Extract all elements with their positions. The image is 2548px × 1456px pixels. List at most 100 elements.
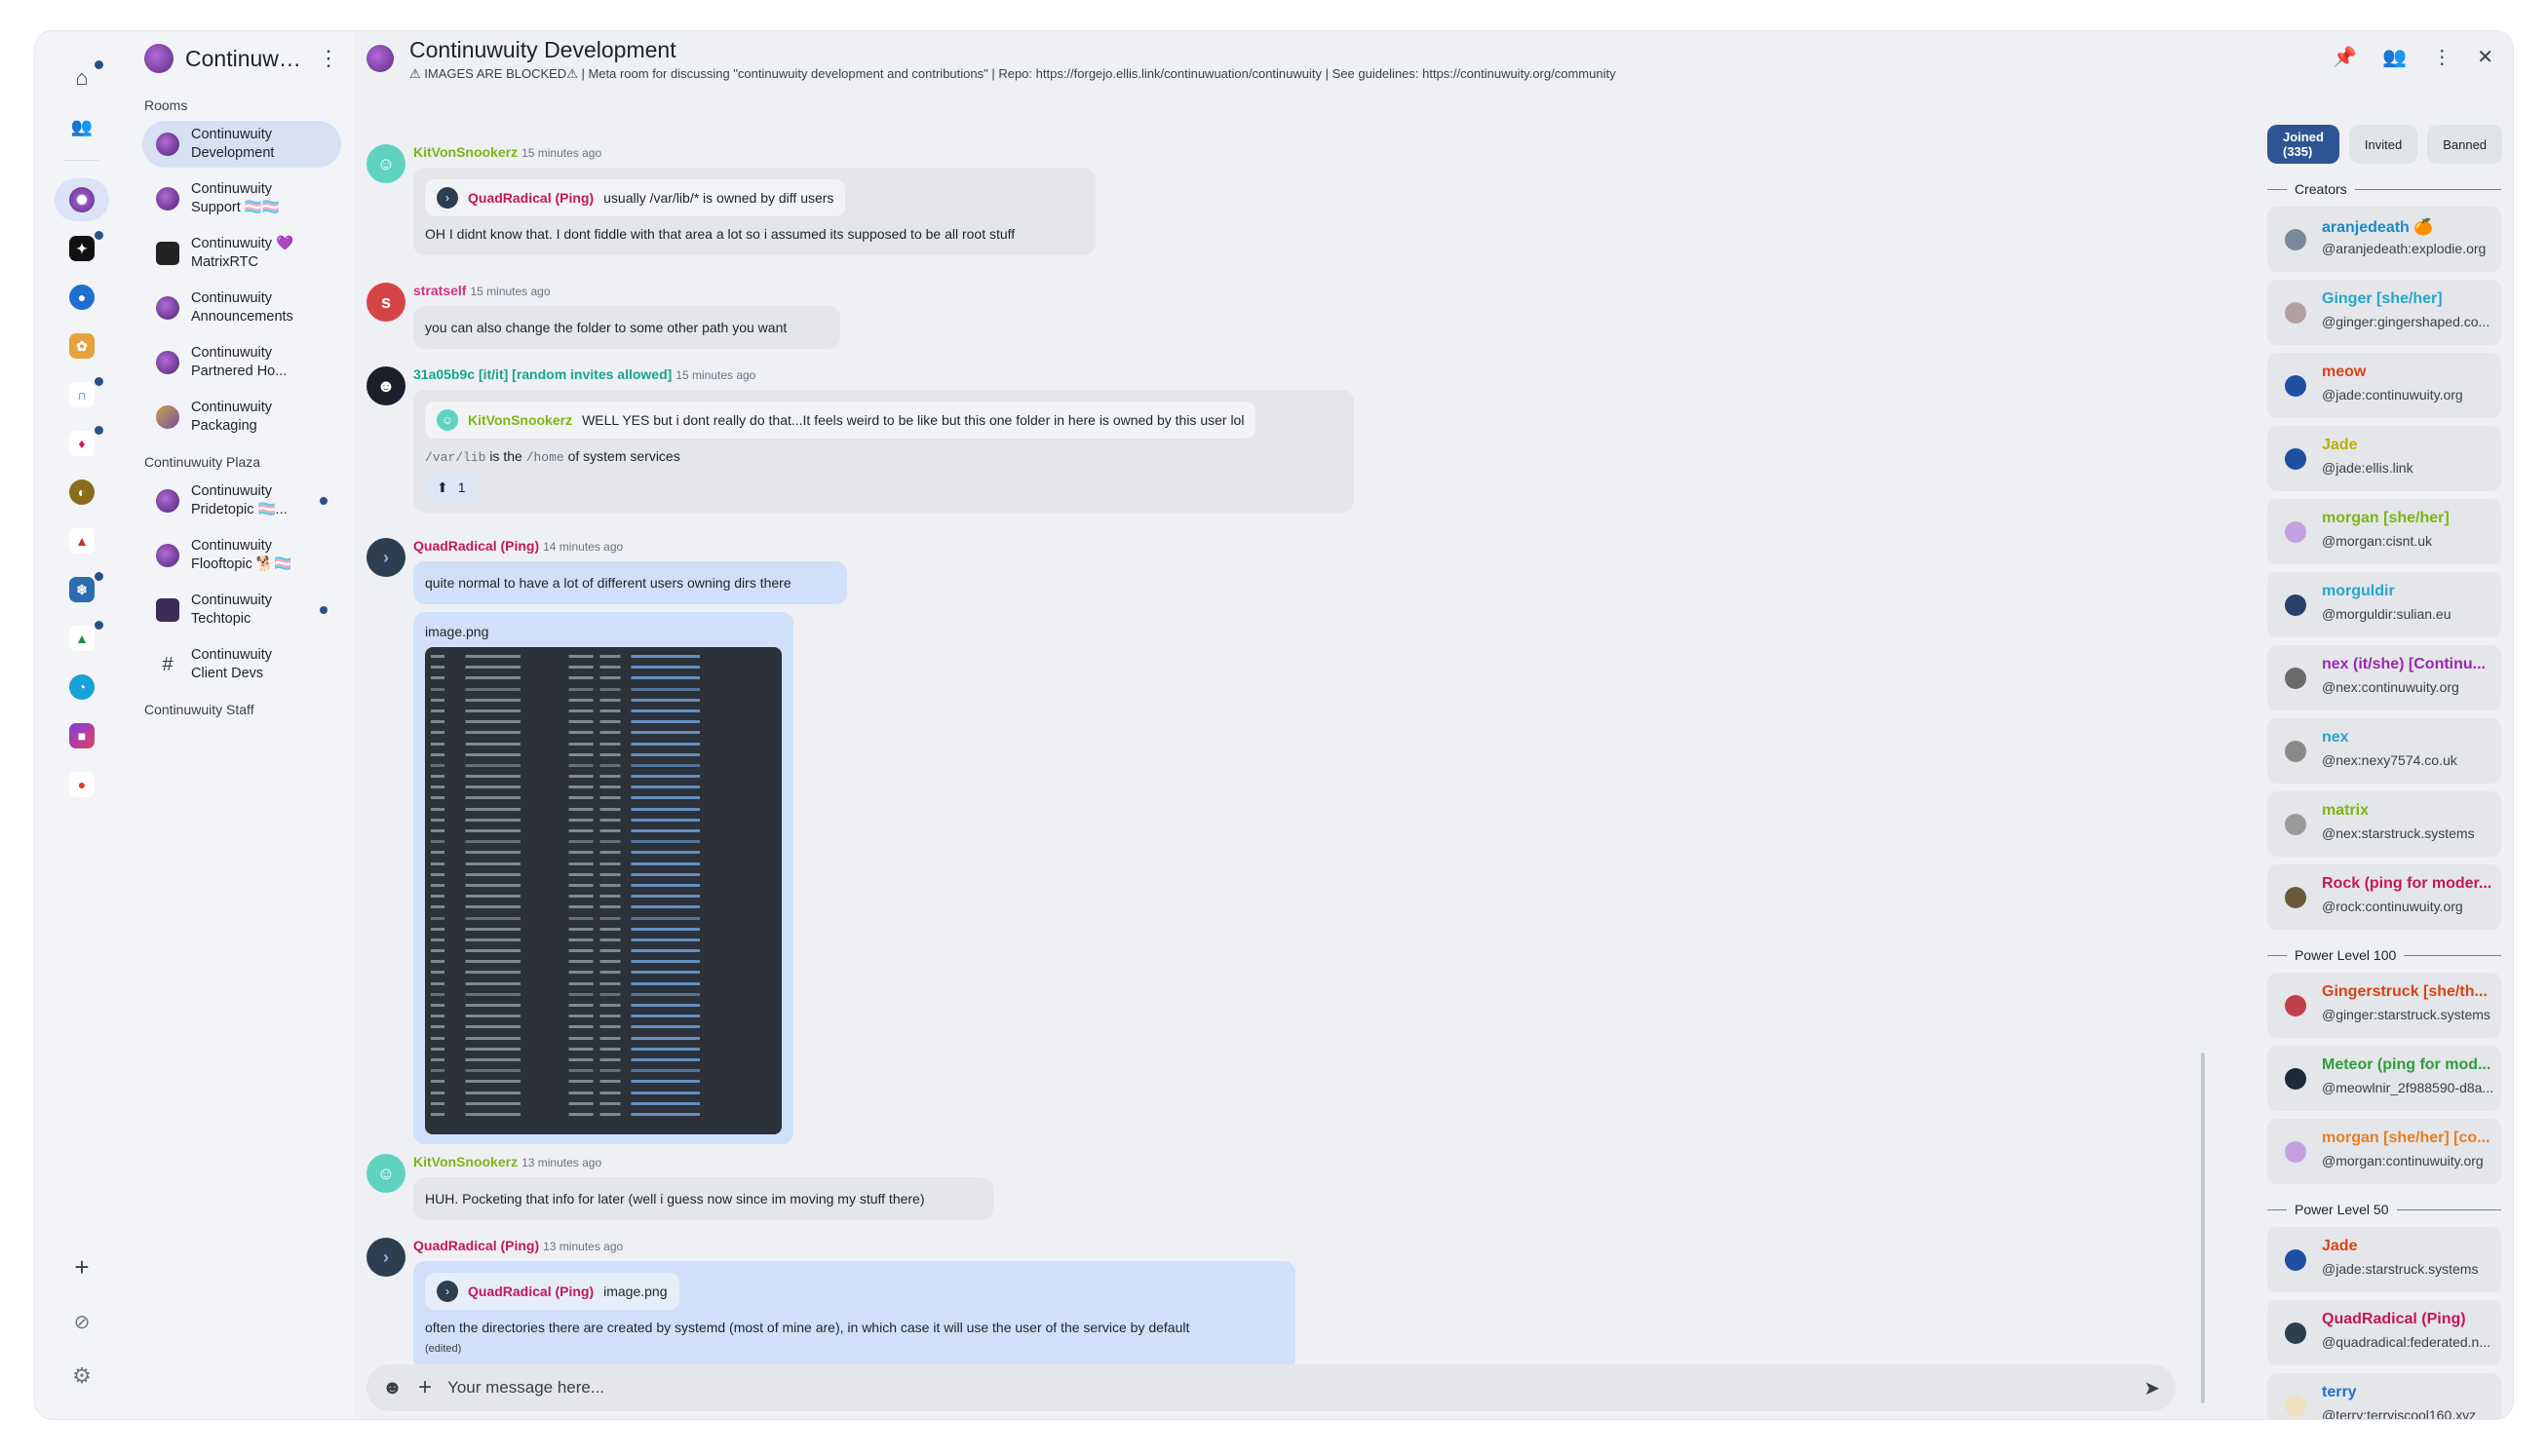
sender-name[interactable]: 31a05b9c [it/it] [random invites allowed… — [413, 366, 672, 382]
body-text: of system services — [567, 448, 680, 464]
message-bubble[interactable]: you can also change the folder to some o… — [413, 306, 840, 349]
section-staff[interactable]: Continuwuity Staff — [129, 696, 355, 725]
member-card[interactable]: Jade @jade:ellis.link — [2267, 426, 2501, 491]
member-card[interactable]: Ginger [she/her] @ginger:gingershaped.co.… — [2267, 280, 2501, 345]
room-topic[interactable]: ⚠ IMAGES ARE BLOCKED⚠ | Meta room for di… — [409, 66, 1616, 82]
section-plaza[interactable]: Continuwuity Plaza — [129, 448, 355, 478]
space-8[interactable]: ▲ — [55, 519, 109, 562]
member-card[interactable]: matrix @nex:starstruck.systems — [2267, 791, 2501, 857]
terminal-line — [431, 672, 776, 684]
avatar[interactable]: ☺ — [367, 144, 405, 183]
room-item[interactable]: Continuwuity 💜 MatrixRTC — [142, 230, 341, 277]
terminal-line — [431, 945, 776, 957]
terminal-screenshot-image[interactable] — [425, 647, 782, 1134]
terminal-line — [431, 814, 776, 825]
space-6[interactable]: ♦ — [55, 422, 109, 465]
tab-banned[interactable]: Banned — [2427, 125, 2503, 164]
member-card[interactable]: morgan [she/her] @morgan:cisnt.uk — [2267, 499, 2501, 564]
explore-button[interactable]: ⊘ — [55, 1300, 109, 1343]
sender-name[interactable]: stratself — [413, 283, 466, 298]
reply-preview[interactable]: › QuadRadical (Ping) usually /var/lib/* is… — [425, 179, 846, 216]
message-input[interactable] — [447, 1378, 2129, 1398]
room-item[interactable]: Continuwuity Techtopic — [142, 587, 341, 633]
add-space-button[interactable]: + — [55, 1245, 109, 1288]
avatar[interactable]: s — [367, 283, 405, 322]
reply-preview[interactable]: ☺ KitVonSnookerz WELL YES but i dont reall… — [425, 402, 1256, 439]
message-bubble[interactable]: › QuadRadical (Ping) image.png often the d… — [413, 1261, 1295, 1364]
space-9[interactable]: ❄ — [55, 568, 109, 611]
message-bubble[interactable]: HUH. Pocketing that info for later (well… — [413, 1177, 993, 1220]
room-item[interactable]: Continuwuity Partnered Ho... — [142, 339, 341, 386]
sender-name[interactable]: KitVonSnookerz — [413, 1154, 518, 1169]
section-rooms[interactable]: Rooms — [129, 86, 355, 121]
member-card[interactable]: aranjedeath 🍊 @aranjedeath:explodie.org — [2267, 207, 2501, 272]
tab-invited[interactable]: Invited — [2348, 125, 2418, 164]
sender-name[interactable]: KitVonSnookerz — [413, 144, 518, 160]
room-item[interactable]: Continuwuity Support 🏳️‍⚧️🏳️‍⚧️ — [142, 175, 341, 222]
plus-icon[interactable]: + — [418, 1374, 432, 1401]
kebab-icon[interactable]: ⋮ — [318, 46, 339, 71]
message-bubble[interactable]: ☺ KitVonSnookerz WELL YES but i dont reall… — [413, 390, 1354, 513]
space-13[interactable]: ● — [55, 763, 109, 806]
emoji-icon[interactable]: ☻ — [382, 1377, 403, 1399]
space-5[interactable]: ∩ — [55, 373, 109, 416]
room-item[interactable]: Continuwuity Development — [142, 121, 341, 168]
member-card[interactable]: morgan [she/her] [co... @morgan:continuwu… — [2267, 1119, 2501, 1184]
member-card[interactable]: morguldir @morguldir:sulian.eu — [2267, 572, 2501, 637]
member-card[interactable]: QuadRadical (Ping) @quadradical:federated… — [2267, 1300, 2501, 1365]
space-continuwuity[interactable]: ✺ — [55, 178, 109, 221]
message-bubble[interactable]: › QuadRadical (Ping) usually /var/lib/* is… — [413, 168, 1096, 255]
member-name: Jade — [2322, 437, 2358, 453]
group-label-pl100: Power Level 100 — [2267, 947, 2501, 963]
member-card[interactable]: meow @jade:continuwuity.org — [2267, 353, 2501, 418]
room-item[interactable]: # Continuwuity Client Devs — [142, 641, 341, 688]
sender-line: QuadRadical (Ping) 13 minutes ago — [413, 1238, 623, 1253]
people-icon[interactable]: 👥 — [2382, 45, 2407, 69]
message: › QuadRadical (Ping) 14 minutes ago quite… — [367, 538, 854, 1162]
member-card[interactable]: Meteor (ping for mod... @meowlnir_2f98859… — [2267, 1046, 2501, 1111]
tab-joined[interactable]: Joined (335) — [2267, 125, 2339, 164]
space-7[interactable]: ◐ — [55, 471, 109, 514]
message-body: OH I didnt know that. I dont fiddle with… — [425, 226, 1016, 242]
sender-name[interactable]: QuadRadical (Ping) — [413, 538, 539, 554]
pin-icon[interactable]: 📌 — [2333, 45, 2357, 69]
space-2[interactable]: ✦ — [55, 227, 109, 270]
terminal-line — [431, 956, 776, 968]
room-item[interactable]: Continuwuity Pridetopic 🏳️‍⚧️... — [142, 478, 341, 524]
kebab-icon[interactable]: ⋮ — [2432, 45, 2451, 69]
room-item[interactable]: Continuwuity Flooftopic 🐕🏳️‍⚧️ — [142, 532, 341, 579]
terminal-line — [431, 825, 776, 837]
space-11[interactable]: ◔ — [55, 666, 109, 709]
avatar[interactable]: › — [367, 1238, 405, 1277]
avatar[interactable]: ☺ — [367, 1154, 405, 1193]
timeline-scrollbar[interactable] — [2201, 1053, 2205, 1403]
direct-messages-button[interactable]: 👥 — [55, 105, 109, 148]
member-card[interactable]: nex (it/she) [Continu... @nex:continuwuit… — [2267, 645, 2501, 710]
member-card[interactable]: terry @terry:terryiscool160.xyz — [2267, 1373, 2501, 1419]
close-icon[interactable]: ✕ — [2477, 45, 2493, 69]
avatar[interactable]: ☻ — [367, 366, 405, 405]
space-3[interactable]: ● — [55, 276, 109, 319]
avatar[interactable]: › — [367, 538, 405, 577]
send-icon[interactable]: ➤ — [2143, 1376, 2160, 1400]
member-card[interactable]: nex @nex:nexy7574.co.uk — [2267, 718, 2501, 784]
home-button[interactable]: ⌂ — [55, 57, 109, 99]
member-card[interactable]: Rock (ping for moder... @rock:continuwuit… — [2267, 864, 2501, 930]
message: ☺ KitVonSnookerz 13 minutes ago HUH. Pock… — [367, 1154, 1049, 1232]
image-attachment[interactable]: image.png — [413, 612, 793, 1144]
space-4[interactable]: ✿ — [55, 325, 109, 367]
reply-text: WELL YES but i dont really do that...It … — [582, 412, 1245, 428]
sender-name[interactable]: QuadRadical (Ping) — [413, 1238, 539, 1253]
member-id: @jade:starstruck.systems — [2322, 1261, 2479, 1277]
space-12[interactable]: ■ — [55, 714, 109, 757]
member-card[interactable]: Jade @jade:starstruck.systems — [2267, 1227, 2501, 1292]
reply-preview[interactable]: › QuadRadical (Ping) image.png — [425, 1273, 679, 1310]
message-bubble[interactable]: quite normal to have a lot of different … — [413, 561, 847, 604]
room-item[interactable]: Continuwuity Announcements — [142, 285, 341, 331]
room-item[interactable]: Continuwuity Packaging — [142, 394, 341, 441]
space-10[interactable]: ▲ — [55, 617, 109, 660]
member-card[interactable]: Gingerstruck [she/th... @ginger:starstruc… — [2267, 973, 2501, 1038]
member-id: @quadradical:federated.n... — [2322, 1334, 2490, 1350]
settings-button[interactable]: ⚙ — [55, 1355, 109, 1398]
reaction-button[interactable]: ⬆ 1 — [425, 474, 478, 501]
